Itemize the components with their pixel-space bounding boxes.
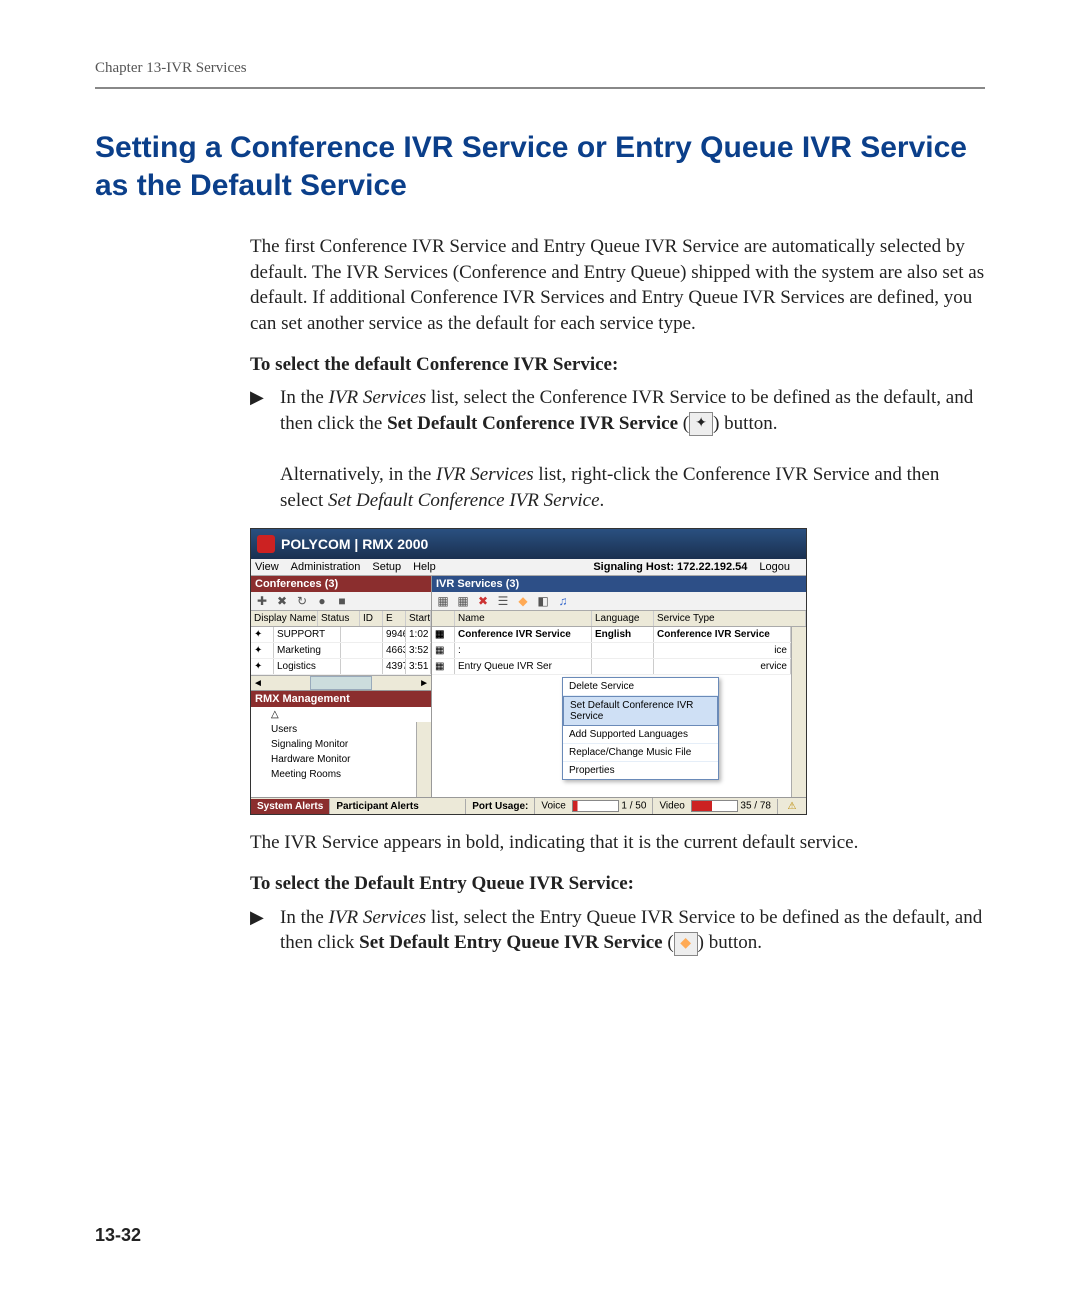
ivr-row[interactable]: ▦ Conference IVR Service English Confere… xyxy=(432,627,791,643)
ivr-tb-set-default-conf-icon[interactable]: ☰ xyxy=(496,594,510,608)
ivr-tb-new-conf-icon[interactable]: ▦ xyxy=(436,594,450,608)
ivr-row[interactable]: ▦ : ice xyxy=(432,643,791,659)
port-voice-label: Voice 1 / 50 xyxy=(534,798,652,814)
set-default-eq-icon: ◆ xyxy=(674,932,698,956)
conf-grid-body: ✦ SUPPORT 99466 1:02 PM ✦ Marketing 4663… xyxy=(251,627,431,675)
ctx-delete-service[interactable]: Delete Service xyxy=(563,678,718,696)
conf-row[interactable]: ✦ Logistics 43974 3:51 PM xyxy=(251,659,431,675)
bullet-arrow-icon: ▶ xyxy=(250,905,280,956)
menu-help[interactable]: Help xyxy=(413,561,436,573)
status-bar: System Alerts Participant Alerts Port Us… xyxy=(251,797,806,814)
intro-paragraph: The first Conference IVR Service and Ent… xyxy=(250,234,985,337)
rmx-management-panel: RMX Management △ Users Signaling Monitor… xyxy=(251,690,431,797)
body-column: The first Conference IVR Service and Ent… xyxy=(250,234,985,956)
bullet-2: ▶ In the IVR Services list, select the E… xyxy=(250,905,985,956)
page-number: 13-32 xyxy=(95,1225,141,1246)
voice-bar-icon xyxy=(572,800,619,812)
bullet-1-text: In the IVR Services list, select the Con… xyxy=(280,385,985,513)
left-pane: Conferences (3) ✚ ✖ ↻ ● ■ Display Name S… xyxy=(251,576,432,797)
ivr-toolbar: ▦ ▦ ✖ ☰ ◆ ◧ ♫ xyxy=(432,592,806,611)
tb-new-icon[interactable]: ✚ xyxy=(255,594,269,608)
conf-row[interactable]: ✦ SUPPORT 99466 1:02 PM xyxy=(251,627,431,643)
ivr-scroll-v[interactable] xyxy=(791,627,806,797)
system-alerts-tab[interactable]: System Alerts xyxy=(251,799,329,814)
subhead-conference: To select the default Conference IVR Ser… xyxy=(250,352,985,378)
ivr-tb-delete-icon[interactable]: ✖ xyxy=(476,594,490,608)
ctx-properties[interactable]: Properties xyxy=(563,762,718,779)
participant-alerts-tab[interactable]: Participant Alerts xyxy=(329,799,424,814)
caption-1: The IVR Service appears in bold, indicat… xyxy=(250,830,985,856)
app-main: Conferences (3) ✚ ✖ ↻ ● ■ Display Name S… xyxy=(251,576,806,797)
section-title: Setting a Conference IVR Service or Entr… xyxy=(95,129,985,204)
app-logo-icon xyxy=(257,535,275,553)
conf-scroll-h[interactable]: ◄► xyxy=(251,675,431,690)
tree-meeting-rooms[interactable]: Meeting Rooms xyxy=(251,767,416,782)
ivr-grid-header: Name Language Service Type xyxy=(432,611,806,627)
tb-delete-icon[interactable]: ✖ xyxy=(275,594,289,608)
ivr-grid-body: ▦ Conference IVR Service English Confere… xyxy=(432,627,806,797)
tree-root-icon[interactable]: △ xyxy=(251,707,431,722)
ivr-tb-music-icon[interactable]: ♫ xyxy=(556,594,570,608)
app-screenshot: POLYCOM | RMX 2000 View Administration S… xyxy=(250,528,807,815)
tb-rec-icon[interactable]: ● xyxy=(315,594,329,608)
menu-setup[interactable]: Setup xyxy=(372,561,401,573)
ivr-tb-new-eq-icon[interactable]: ▦ xyxy=(456,594,470,608)
menu-admin[interactable]: Administration xyxy=(291,561,361,573)
conferences-header: Conferences (3) xyxy=(251,576,431,592)
conf-grid-header: Display Name Status ID E Start Tim xyxy=(251,611,431,627)
ivr-services-header: IVR Services (3) xyxy=(432,576,806,592)
subhead-entry-queue: To select the Default Entry Queue IVR Se… xyxy=(250,871,985,897)
port-usage-label: Port Usage: xyxy=(465,799,534,814)
document-page: Chapter 13-IVR Services Setting a Confer… xyxy=(0,0,1080,1306)
port-video-label: Video 35 / 78 xyxy=(652,798,777,814)
tb-refresh-icon[interactable]: ↻ xyxy=(295,594,309,608)
header-rule xyxy=(95,87,985,89)
video-bar-icon xyxy=(691,800,738,812)
ctx-replace-music[interactable]: Replace/Change Music File xyxy=(563,744,718,762)
signaling-host: Signaling Host: 172.22.192.54 xyxy=(593,561,747,573)
conf-row[interactable]: ✦ Marketing 46630 3:52 PM xyxy=(251,643,431,659)
menu-view[interactable]: View xyxy=(255,561,279,573)
ivr-row[interactable]: ▦ Entry Queue IVR Ser ervice xyxy=(432,659,791,675)
bullet-1: ▶ In the IVR Services list, select the C… xyxy=(250,385,985,513)
app-menubar: View Administration Setup Help Signaling… xyxy=(251,559,806,576)
bullet-arrow-icon: ▶ xyxy=(250,385,280,513)
ctx-add-languages[interactable]: Add Supported Languages xyxy=(563,726,718,744)
app-titlebar: POLYCOM | RMX 2000 xyxy=(251,529,806,559)
right-pane: IVR Services (3) ▦ ▦ ✖ ☰ ◆ ◧ ♫ Name Lang… xyxy=(432,576,806,797)
warning-icon: ⚠ xyxy=(777,799,806,814)
ivr-tb-lang-icon[interactable]: ◧ xyxy=(536,594,550,608)
tree-users[interactable]: Users xyxy=(251,722,416,737)
logout-link[interactable]: Logou xyxy=(759,561,790,573)
tree-hardware-monitor[interactable]: Hardware Monitor xyxy=(251,752,416,767)
chapter-header: Chapter 13-IVR Services xyxy=(95,60,985,77)
ivr-context-menu: Delete Service Set Default Conference IV… xyxy=(562,677,719,780)
ivr-tb-set-default-eq-icon[interactable]: ◆ xyxy=(516,594,530,608)
bullet-2-text: In the IVR Services list, select the Ent… xyxy=(280,905,985,956)
tree-signaling-monitor[interactable]: Signaling Monitor xyxy=(251,737,416,752)
app-title: POLYCOM | RMX 2000 xyxy=(281,536,428,552)
rmx-management-header: RMX Management xyxy=(251,691,431,707)
ctx-set-default-conf[interactable]: Set Default Conference IVR Service xyxy=(563,696,718,726)
tb-stop-icon[interactable]: ■ xyxy=(335,594,349,608)
set-default-conf-icon: ✦ xyxy=(689,412,713,436)
tree-scroll-v[interactable] xyxy=(416,722,431,797)
conferences-toolbar: ✚ ✖ ↻ ● ■ xyxy=(251,592,431,611)
